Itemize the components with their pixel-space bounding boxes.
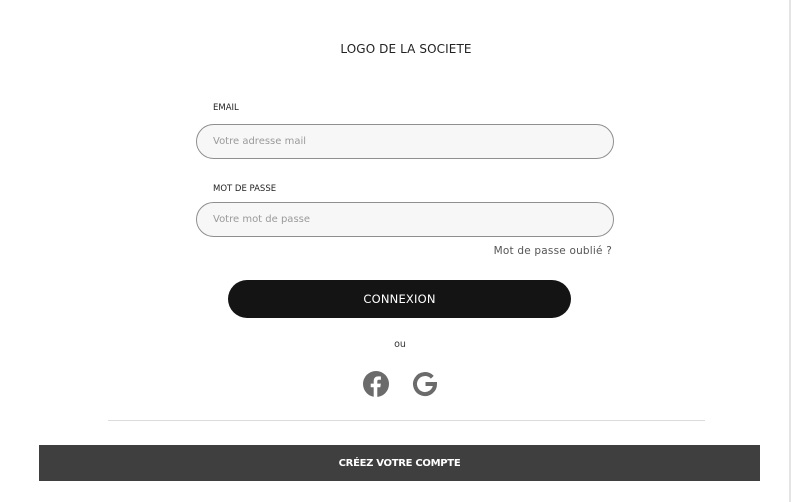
login-button[interactable]: CONNEXION	[228, 280, 571, 318]
facebook-login-button[interactable]	[363, 371, 389, 397]
email-label: EMAIL	[213, 103, 239, 113]
google-login-button[interactable]	[412, 371, 438, 397]
email-field[interactable]	[196, 124, 614, 159]
forgot-password-link[interactable]: Mot de passe oublié ?	[494, 245, 612, 257]
password-label: MOT DE PASSE	[213, 184, 277, 194]
login-page: LOGO DE LA SOCIETE EMAIL MOT DE PASSE Mo…	[0, 0, 791, 502]
section-divider	[108, 420, 705, 421]
password-field[interactable]	[196, 202, 614, 237]
facebook-icon	[363, 371, 389, 397]
company-logo: LOGO DE LA SOCIETE	[340, 42, 472, 56]
create-account-button[interactable]: CRÉEZ VOTRE COMPTE	[39, 445, 760, 481]
google-icon	[413, 372, 438, 397]
or-separator: ou	[394, 339, 406, 350]
